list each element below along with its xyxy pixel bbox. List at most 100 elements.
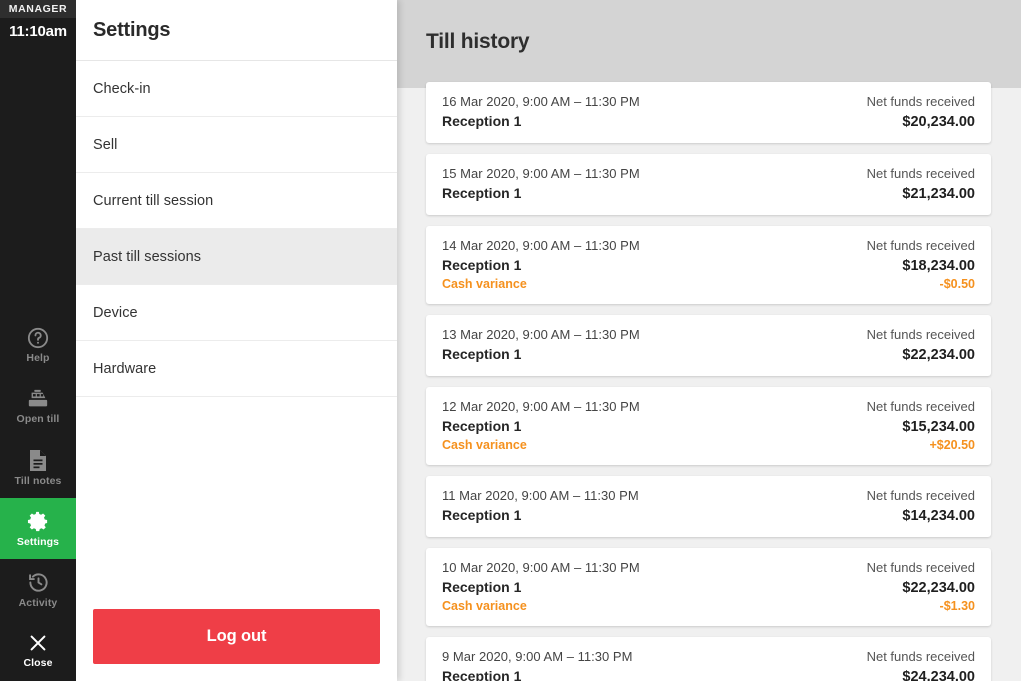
till-session-top-row: 11 Mar 2020, 9:00 AM – 11:30 PM Net fund… — [442, 488, 975, 503]
cash-variance-label: Cash variance — [442, 599, 527, 613]
rail-item-open-till[interactable]: Open till — [0, 376, 76, 437]
settings-panel-filler — [76, 397, 397, 609]
cash-variance-amount: -$0.50 — [939, 277, 975, 291]
till-session-bottom-row: Reception 1 $18,234.00 — [442, 253, 975, 274]
sidebar-item-check-in[interactable]: Check-in — [76, 61, 397, 117]
session-register-name: Reception 1 — [442, 579, 522, 595]
net-funds-amount: $22,234.00 — [902, 580, 975, 596]
session-datetime: 10 Mar 2020, 9:00 AM – 11:30 PM — [442, 560, 640, 575]
sidebar-item-current-till-session[interactable]: Current till session — [76, 173, 397, 229]
till-session-top-row: 10 Mar 2020, 9:00 AM – 11:30 PM Net fund… — [442, 560, 975, 575]
sidebar-item-label: Sell — [93, 136, 118, 153]
till-session-variance-row: Cash variance -$0.50 — [442, 274, 975, 291]
session-register-name: Reception 1 — [442, 346, 522, 362]
till-session-card[interactable]: 14 Mar 2020, 9:00 AM – 11:30 PM Net fund… — [426, 226, 991, 304]
pos-app-window: MANAGER 11:10am Help Open till Till note… — [0, 0, 1021, 681]
till-session-card[interactable]: 15 Mar 2020, 9:00 AM – 11:30 PM Net fund… — [426, 154, 991, 215]
till-session-bottom-row: Reception 1 $15,234.00 — [442, 414, 975, 435]
till-session-top-row: 14 Mar 2020, 9:00 AM – 11:30 PM Net fund… — [442, 238, 975, 253]
till-session-top-row: 13 Mar 2020, 9:00 AM – 11:30 PM Net fund… — [442, 327, 975, 342]
till-session-variance-row: Cash variance +$20.50 — [442, 435, 975, 452]
net-funds-amount: $21,234.00 — [902, 186, 975, 202]
rail-item-help[interactable]: Help — [0, 315, 76, 376]
rail-role-header: MANAGER — [0, 0, 76, 18]
till-session-top-row: 12 Mar 2020, 9:00 AM – 11:30 PM Net fund… — [442, 399, 975, 414]
sidebar-item-label: Device — [93, 304, 138, 321]
till-session-top-row: 9 Mar 2020, 9:00 AM – 11:30 PM Net funds… — [442, 649, 975, 664]
till-session-bottom-row: Reception 1 $21,234.00 — [442, 181, 975, 202]
rail-item-till-notes[interactable]: Till notes — [0, 437, 76, 498]
left-nav-rail: MANAGER 11:10am Help Open till Till note… — [0, 0, 76, 681]
cash-register-icon — [26, 388, 50, 410]
till-session-bottom-row: Reception 1 $22,234.00 — [442, 342, 975, 363]
session-datetime: 9 Mar 2020, 9:00 AM – 11:30 PM — [442, 649, 633, 664]
cash-variance-label: Cash variance — [442, 277, 527, 291]
settings-menu: Check-in Sell Current till session Past … — [76, 61, 397, 397]
session-register-name: Reception 1 — [442, 418, 522, 434]
close-x-icon — [27, 632, 49, 654]
rail-item-label: Open till — [16, 413, 60, 426]
till-session-variance-row: Cash variance -$1.30 — [442, 596, 975, 613]
till-session-top-row: 16 Mar 2020, 9:00 AM – 11:30 PM Net fund… — [442, 94, 975, 109]
rail-item-activity[interactable]: Activity — [0, 559, 76, 620]
session-datetime: 12 Mar 2020, 9:00 AM – 11:30 PM — [442, 399, 640, 414]
page-title: Settings — [93, 18, 171, 41]
net-funds-amount: $18,234.00 — [902, 258, 975, 274]
session-datetime: 16 Mar 2020, 9:00 AM – 11:30 PM — [442, 94, 640, 109]
net-funds-label: Net funds received — [866, 649, 975, 664]
help-circle-icon — [27, 327, 49, 349]
net-funds-label: Net funds received — [866, 166, 975, 181]
till-session-card[interactable]: 12 Mar 2020, 9:00 AM – 11:30 PM Net fund… — [426, 387, 991, 465]
cash-variance-amount: +$20.50 — [929, 438, 975, 452]
sidebar-item-hardware[interactable]: Hardware — [76, 341, 397, 397]
settings-panel-footer: Log out — [76, 609, 397, 681]
document-icon — [28, 449, 48, 472]
session-datetime: 13 Mar 2020, 9:00 AM – 11:30 PM — [442, 327, 640, 342]
net-funds-amount: $22,234.00 — [902, 347, 975, 363]
till-session-bottom-row: Reception 1 $20,234.00 — [442, 109, 975, 130]
sidebar-item-label: Hardware — [93, 360, 157, 377]
net-funds-label: Net funds received — [866, 488, 975, 503]
till-session-bottom-row: Reception 1 $24,234.00 — [442, 664, 975, 681]
till-session-card[interactable]: 10 Mar 2020, 9:00 AM – 11:30 PM Net fund… — [426, 548, 991, 626]
session-datetime: 14 Mar 2020, 9:00 AM – 11:30 PM — [442, 238, 640, 253]
history-clock-icon — [27, 571, 50, 594]
till-session-card[interactable]: 16 Mar 2020, 9:00 AM – 11:30 PM Net fund… — [426, 82, 991, 143]
till-session-top-row: 15 Mar 2020, 9:00 AM – 11:30 PM Net fund… — [442, 166, 975, 181]
till-history-main: Till history 16 Mar 2020, 9:00 AM – 11:3… — [397, 0, 1021, 681]
rail-item-label: Settings — [16, 535, 60, 548]
net-funds-label: Net funds received — [866, 560, 975, 575]
settings-panel-header: Settings — [76, 0, 397, 61]
till-session-bottom-row: Reception 1 $22,234.00 — [442, 575, 975, 596]
sidebar-item-device[interactable]: Device — [76, 285, 397, 341]
sidebar-item-label: Past till sessions — [93, 248, 202, 265]
sidebar-item-sell[interactable]: Sell — [76, 117, 397, 173]
log-out-button[interactable]: Log out — [93, 609, 380, 664]
settings-panel: Settings Check-in Sell Current till sess… — [76, 0, 397, 681]
net-funds-amount: $15,234.00 — [902, 419, 975, 435]
session-register-name: Reception 1 — [442, 257, 522, 273]
session-register-name: Reception 1 — [442, 113, 522, 129]
cash-variance-amount: -$1.30 — [939, 599, 975, 613]
rail-item-close[interactable]: Close — [0, 620, 76, 681]
rail-item-settings[interactable]: Settings — [0, 498, 76, 559]
sidebar-item-past-till-sessions[interactable]: Past till sessions — [76, 229, 397, 285]
rail-item-label: Activity — [18, 596, 58, 609]
till-session-card[interactable]: 9 Mar 2020, 9:00 AM – 11:30 PM Net funds… — [426, 637, 991, 681]
net-funds-amount: $20,234.00 — [902, 114, 975, 130]
gear-icon — [27, 510, 50, 533]
rail-item-label: Till notes — [14, 474, 62, 487]
till-session-card[interactable]: 13 Mar 2020, 9:00 AM – 11:30 PM Net fund… — [426, 315, 991, 376]
net-funds-label: Net funds received — [866, 327, 975, 342]
net-funds-label: Net funds received — [866, 94, 975, 109]
role-label: MANAGER — [8, 3, 68, 15]
till-history-scroll-area[interactable]: Till history 16 Mar 2020, 9:00 AM – 11:3… — [397, 0, 1021, 681]
rail-spacer — [0, 44, 76, 315]
till-session-card[interactable]: 11 Mar 2020, 9:00 AM – 11:30 PM Net fund… — [426, 476, 991, 537]
net-funds-label: Net funds received — [866, 399, 975, 414]
rail-item-label: Help — [26, 352, 50, 365]
net-funds-amount: $24,234.00 — [902, 669, 975, 681]
sidebar-item-label: Current till session — [93, 192, 214, 209]
till-history-title: Till history — [426, 30, 530, 53]
net-funds-amount: $14,234.00 — [902, 508, 975, 524]
